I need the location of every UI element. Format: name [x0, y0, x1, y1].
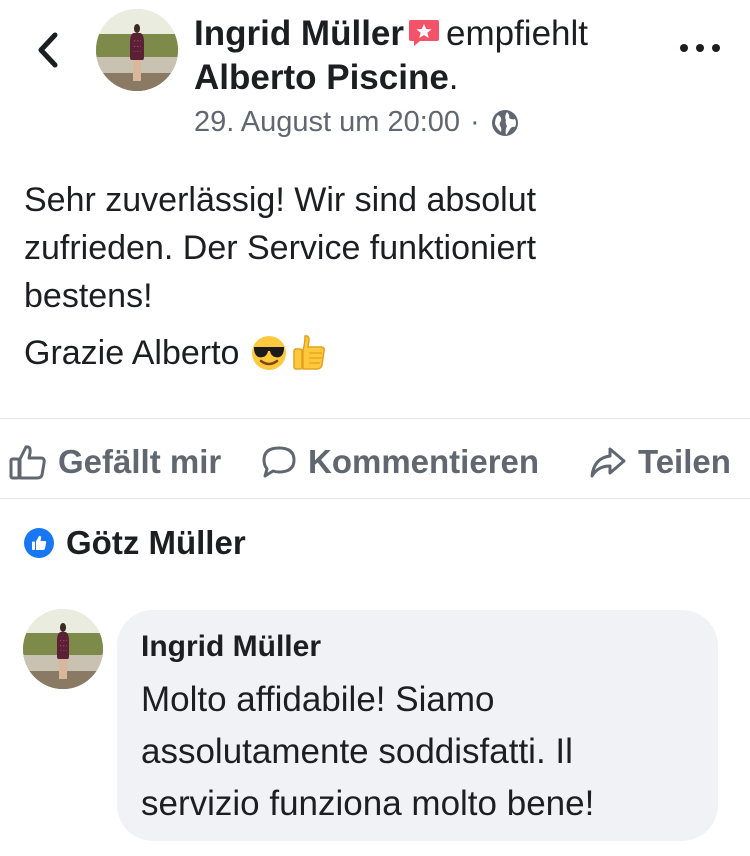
post-line: Sehr zuverlässig! Wir sind absolut [24, 181, 537, 219]
action-bar: Gefällt mir Kommentieren Teilen [0, 436, 750, 488]
recommend-star-icon [409, 20, 439, 46]
likes-summary[interactable]: Götz Müller [24, 524, 246, 562]
comment-author[interactable]: Ingrid Müller [141, 630, 321, 664]
share-button[interactable]: Teilen [588, 436, 731, 488]
comment-text: Molto affidabile! Siamo assolutamente so… [141, 674, 701, 830]
post-line: zufrieden. Der Service funktioniert [24, 229, 537, 267]
more-dot [680, 44, 688, 52]
post-header: Ingrid Müller empfiehlt Alberto Piscine. [194, 12, 664, 100]
author-name[interactable]: Ingrid Müller [194, 14, 404, 53]
comment-bubble[interactable]: Ingrid Müller Molto affidabile! Siamo as… [117, 610, 718, 841]
post-closing-text: Grazie Alberto [24, 334, 240, 372]
comment-line: Molto affidabile! Siamo [141, 680, 495, 719]
post-page: Ingrid Müller empfiehlt Alberto Piscine.… [0, 0, 750, 856]
like-icon [9, 445, 46, 480]
thumbs-up-emoji [293, 335, 325, 370]
page-name[interactable]: Alberto Piscine [194, 58, 449, 97]
commenter-avatar[interactable] [23, 609, 103, 689]
page-name-suffix: . [448, 58, 459, 97]
like-badge-icon [24, 528, 54, 558]
author-avatar[interactable] [96, 9, 178, 91]
chevron-left-icon [38, 32, 58, 68]
comment-label: Kommentieren [308, 443, 540, 480]
more-options-button[interactable] [680, 38, 720, 58]
share-icon [590, 447, 626, 478]
globe-icon[interactable] [490, 108, 520, 138]
recommend-verb: empfiehlt [446, 14, 589, 53]
comment-line: assolutamente soddisfatti. Il [141, 732, 573, 771]
sunglasses-emoji [251, 336, 286, 370]
comment-icon [262, 446, 296, 478]
post-line: bestens! [24, 277, 153, 315]
post-timestamp[interactable]: 29. August um 20:00 [194, 106, 460, 139]
back-button[interactable] [28, 28, 68, 72]
divider-bottom [0, 498, 750, 499]
post-text: Sehr zuverlässig! Wir sind absolut zufri… [24, 176, 724, 377]
comment-line: servizio funziona molto bene! [141, 784, 595, 823]
like-label: Gefällt mir [58, 443, 222, 480]
share-label: Teilen [638, 443, 731, 480]
meta-separator: · [470, 106, 480, 138]
comment-button[interactable]: Kommentieren [260, 436, 539, 488]
post-paragraph: Sehr zuverlässig! Wir sind absolut zufri… [24, 176, 724, 320]
liker-name: Götz Müller [66, 524, 246, 561]
divider-top [0, 418, 750, 419]
post-closing: Grazie Alberto [24, 329, 724, 377]
more-dot [696, 44, 704, 52]
like-button[interactable]: Gefällt mir [8, 436, 221, 488]
post-meta: 29. August um 20:00 · [194, 106, 520, 139]
more-dot [712, 44, 720, 52]
